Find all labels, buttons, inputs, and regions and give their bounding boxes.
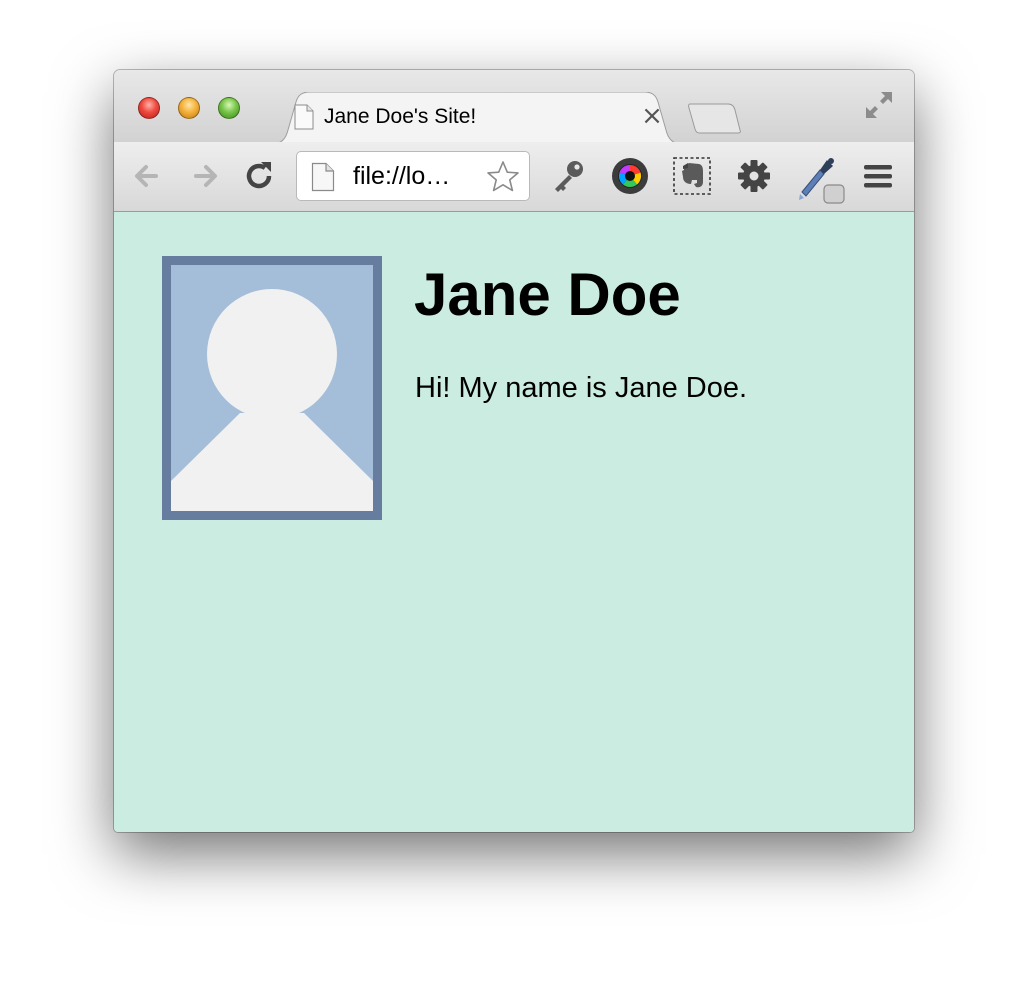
window-zoom-button[interactable]: [218, 97, 240, 119]
address-text: file://lo…: [353, 162, 451, 190]
eyedropper-icon[interactable]: [796, 154, 846, 206]
key-icon[interactable]: [548, 156, 588, 196]
color-camera-icon[interactable]: [610, 156, 650, 196]
tab-title: Jane Doe's Site!: [324, 105, 477, 128]
page-content: Jane Doe Hi! My name is Jane Doe.: [114, 212, 914, 832]
page-icon: [311, 162, 335, 192]
evernote-elephant-icon[interactable]: [672, 156, 712, 196]
window-close-button[interactable]: [138, 97, 160, 119]
browser-window: Jane Doe's Site! × file://lo… Jane Doe H…: [114, 70, 914, 832]
hamburger-menu-icon[interactable]: [858, 156, 898, 196]
profile-avatar: [162, 256, 382, 520]
star-icon[interactable]: [485, 159, 521, 195]
intro-text: Hi! My name is Jane Doe.: [415, 372, 748, 404]
page-icon: [294, 104, 314, 130]
tab-strip: Jane Doe's Site! ×: [114, 70, 914, 144]
window-minimize-button[interactable]: [178, 97, 200, 119]
tab-jane-doe[interactable]: Jane Doe's Site! ×: [272, 92, 682, 144]
tab-close-icon[interactable]: ×: [638, 102, 666, 130]
arrow-right-icon[interactable]: [184, 156, 224, 196]
arrow-left-icon[interactable]: [128, 156, 168, 196]
browser-toolbar: file://lo…: [114, 142, 914, 212]
gear-icon[interactable]: [734, 156, 774, 196]
address-bar[interactable]: file://lo…: [296, 151, 530, 201]
reload-icon[interactable]: [240, 156, 280, 196]
new-tab-button[interactable]: [686, 102, 746, 134]
fullscreen-icon[interactable]: [862, 88, 896, 122]
page-heading: Jane Doe: [414, 261, 681, 328]
